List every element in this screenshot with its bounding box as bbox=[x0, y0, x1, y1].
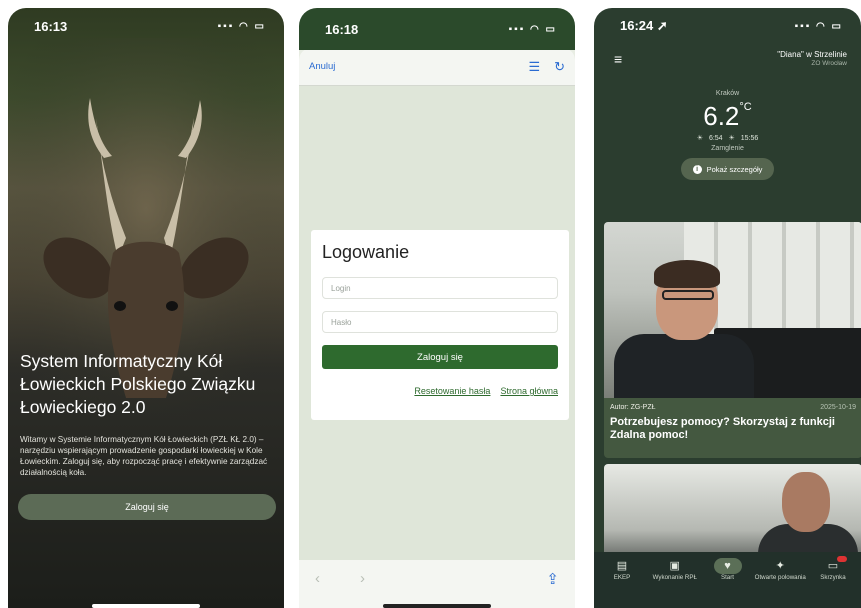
browser-bottom-bar: ‹ › ⇪ bbox=[299, 560, 575, 608]
target-icon: ✦ bbox=[775, 560, 785, 572]
app-description: Witamy w Systemie Informatycznym Kół Łow… bbox=[20, 435, 268, 477]
weather-city: Kraków bbox=[715, 90, 740, 97]
login-card: Logowanie Login Hasło Zaloguj się Reseto… bbox=[311, 230, 569, 420]
sunset-time: ☀ 15:56 bbox=[728, 135, 759, 142]
cancel-button[interactable]: Anuluj bbox=[309, 61, 335, 72]
home-page-link[interactable]: Strona główna bbox=[500, 386, 558, 396]
login-input[interactable]: Login bbox=[322, 277, 558, 299]
tab-start[interactable]: ♥ Start bbox=[702, 558, 754, 608]
landing-screen: 16:13 ▪▪▪ ◠ ▭ System Informatyczny Kół Ł… bbox=[8, 8, 284, 608]
share-icon[interactable]: ⇪ bbox=[546, 570, 559, 588]
sunrise-time: ☀ 6:54 bbox=[696, 135, 723, 142]
club-name: "Diana" w Strzelinie bbox=[777, 50, 847, 59]
weather-condition: Zamglenie bbox=[711, 145, 744, 152]
home-indicator bbox=[92, 604, 200, 608]
news-author: Autor: ZG-PZŁ bbox=[610, 404, 656, 411]
reload-icon[interactable]: ↻ bbox=[554, 59, 565, 75]
browser-toolbar: Anuluj ☰ ↻ bbox=[299, 48, 575, 86]
status-time: 16:18 bbox=[325, 21, 359, 37]
tab-label: Otwarte polowania bbox=[754, 574, 806, 581]
status-time: 16:13 bbox=[34, 18, 68, 34]
login-button[interactable]: Zaloguj się bbox=[18, 494, 276, 520]
tab-rpl[interactable]: ▣ Wykonanie RPŁ bbox=[649, 558, 701, 608]
news-photo bbox=[604, 222, 861, 398]
tab-label: Start bbox=[720, 574, 735, 581]
news-title: Potrzebujesz pomocy? Skorzystaj z funkcj… bbox=[610, 416, 835, 441]
temperature-value: 6.2 bbox=[703, 101, 740, 131]
status-icons: ▪▪▪ ◠ ▭ bbox=[794, 20, 843, 32]
status-icons: ▪▪▪ ◠ ▭ bbox=[508, 23, 557, 35]
news-card[interactable]: Autor: ZG-PZŁ 2025-10-19 Potrzebujesz po… bbox=[604, 222, 861, 458]
tab-label: Skrzynka bbox=[820, 574, 846, 581]
notification-badge bbox=[837, 556, 847, 562]
dashboard-screen: 16:24 ➚ ▪▪▪ ◠ ▭ ≡ "Diana" w Strzelinie Z… bbox=[594, 8, 861, 608]
status-icons: ▪▪▪ ◠ ▭ bbox=[217, 20, 266, 32]
weather-temperature: 6.2°C bbox=[594, 101, 861, 132]
news-date: 2025-10-19 bbox=[820, 404, 856, 411]
reader-icon[interactable]: ☰ bbox=[528, 59, 540, 75]
reset-password-link[interactable]: Resetowanie hasła bbox=[414, 386, 490, 396]
password-input[interactable]: Hasło bbox=[322, 311, 558, 333]
submit-login-button[interactable]: Zaloguj się bbox=[322, 345, 558, 369]
app-title: System Informatyczny Kół Łowieckich Pols… bbox=[20, 351, 256, 417]
sun-times: ☀ 6:54 ☀ 15:56 bbox=[594, 134, 861, 142]
back-icon[interactable]: ‹ bbox=[315, 570, 320, 587]
status-time: 16:24 ➚ bbox=[620, 18, 668, 33]
top-bar: ≡ "Diana" w Strzelinie ZO Wrocław bbox=[594, 44, 861, 74]
weather-widget: Kraków 6.2°C ☀ 6:54 ☀ 15:56 Zamglenie i … bbox=[594, 90, 861, 180]
status-bar: 16:24 ➚ ▪▪▪ ◠ ▭ bbox=[594, 8, 861, 44]
tab-open-hunts[interactable]: ✦ Otwarte polowania bbox=[754, 558, 806, 608]
menu-icon[interactable]: ≡ bbox=[614, 51, 622, 67]
tab-inbox[interactable]: ▭ Skrzynka bbox=[807, 556, 859, 608]
status-bar: 16:18 ▪▪▪ ◠ ▭ bbox=[299, 8, 575, 50]
browser-sheet: Anuluj ☰ ↻ Logowanie Login Hasło Zaloguj… bbox=[299, 48, 575, 608]
show-details-label: Pokaż szczegóły bbox=[706, 164, 763, 174]
login-screen: 16:18 ▪▪▪ ◠ ▭ Anuluj ☰ ↻ Logowanie Login… bbox=[299, 8, 575, 608]
tab-label: Wykonanie RPŁ bbox=[652, 574, 697, 581]
info-icon: i bbox=[692, 164, 702, 174]
home-icon: ♥ bbox=[713, 558, 742, 574]
login-title: Logowanie bbox=[322, 242, 410, 262]
show-details-button[interactable]: i Pokaż szczegóły bbox=[680, 158, 775, 180]
forward-icon[interactable]: › bbox=[360, 570, 365, 587]
status-bar: 16:13 ▪▪▪ ◠ ▭ bbox=[8, 8, 284, 44]
document-icon: ▤ bbox=[616, 560, 628, 572]
inbox-icon: ▭ bbox=[827, 560, 839, 572]
home-indicator bbox=[383, 604, 491, 608]
tab-ekep[interactable]: ▤ EKEP bbox=[596, 558, 648, 608]
club-region: ZO Wrocław bbox=[811, 60, 847, 67]
tab-label: EKEP bbox=[613, 574, 631, 581]
club-selector[interactable]: "Diana" w Strzelinie ZO Wrocław bbox=[777, 50, 847, 68]
calendar-icon: ▣ bbox=[669, 560, 680, 572]
bottom-tab-bar: ▤ EKEP ▣ Wykonanie RPŁ ♥ Start ✦ Otwarte pol… bbox=[594, 552, 861, 608]
temperature-unit: °C bbox=[739, 101, 752, 113]
